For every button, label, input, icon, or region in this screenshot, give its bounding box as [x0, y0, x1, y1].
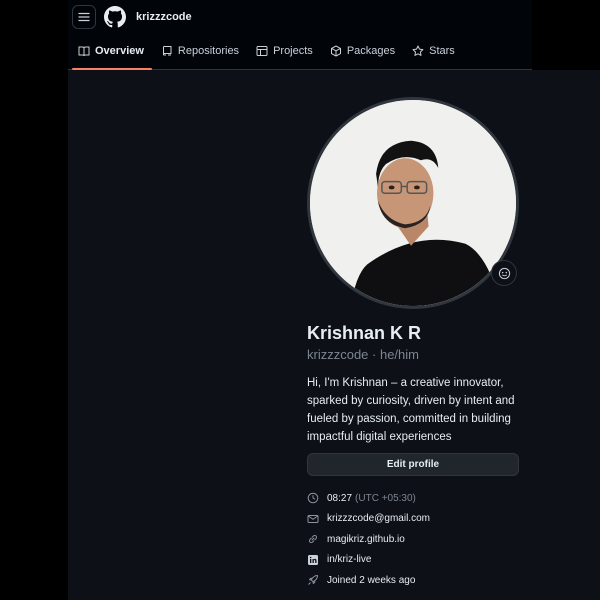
tab-label: Repositories: [177, 45, 240, 57]
joined-text: Joined 2 weeks ago: [327, 574, 416, 586]
package-icon: [330, 45, 341, 57]
tab-stars[interactable]: Stars: [406, 38, 463, 70]
table-icon: [256, 46, 268, 56]
timezone: (UTC +05:30): [355, 492, 416, 504]
tab-overview[interactable]: Overview: [72, 38, 152, 70]
menu-button[interactable]: [72, 5, 96, 29]
profile-bio: Hi, I'm Krishnan – a creative innovator,…: [307, 377, 515, 443]
profile-details: 08:27 (UTC +05:30) krizzzcode@gmail.com m…: [307, 488, 430, 591]
tab-packages[interactable]: Packages: [324, 38, 403, 70]
linkedin-link[interactable]: in/kriz-live: [327, 554, 371, 565]
repo-icon: [162, 46, 172, 56]
set-status-button[interactable]: [491, 260, 517, 286]
rocket-icon: [308, 575, 318, 586]
clock-icon: [307, 492, 319, 504]
tab-label: Projects: [273, 45, 313, 57]
tab-repositories[interactable]: Repositories: [155, 38, 247, 70]
joined-row: Joined 2 weeks ago: [307, 570, 430, 591]
profile-handle: krizzzcode · he/him: [307, 347, 419, 362]
tab-projects[interactable]: Projects: [250, 38, 321, 70]
header: krizzzcode Overview Repositories Project…: [68, 0, 532, 70]
linkedin-icon: [308, 554, 318, 565]
email-row[interactable]: krizzzcode@gmail.com: [307, 509, 430, 530]
github-logo-icon[interactable]: [104, 6, 126, 28]
profile-name: Krishnan K R: [307, 323, 422, 343]
website-link[interactable]: magikriz.github.io: [327, 534, 405, 545]
mail-icon: [307, 514, 319, 523]
email-link[interactable]: krizzzcode@gmail.com: [327, 513, 430, 524]
website-row[interactable]: magikriz.github.io: [307, 529, 430, 550]
star-icon: [412, 45, 424, 56]
profile-photo: [310, 100, 516, 306]
time-value: 08:27: [327, 492, 353, 504]
tab-label: Stars: [429, 45, 455, 57]
tab-label: Overview: [95, 45, 144, 57]
avatar[interactable]: [307, 97, 519, 309]
edit-profile-button[interactable]: Edit profile: [307, 453, 519, 476]
tab-label: Packages: [346, 45, 396, 57]
local-time: 08:27 (UTC +05:30): [307, 488, 430, 509]
smiley-icon: [498, 267, 510, 279]
hamburger-icon: [78, 12, 90, 22]
book-icon: [78, 46, 90, 57]
profile-tabs: Overview Repositories Projects Packages …: [72, 38, 466, 70]
frame-right: [532, 0, 600, 70]
linkedin-row[interactable]: in/kriz-live: [307, 550, 430, 571]
header-username[interactable]: krizzzcode: [136, 11, 192, 23]
link-icon: [309, 535, 317, 544]
frame-left: [0, 0, 68, 600]
